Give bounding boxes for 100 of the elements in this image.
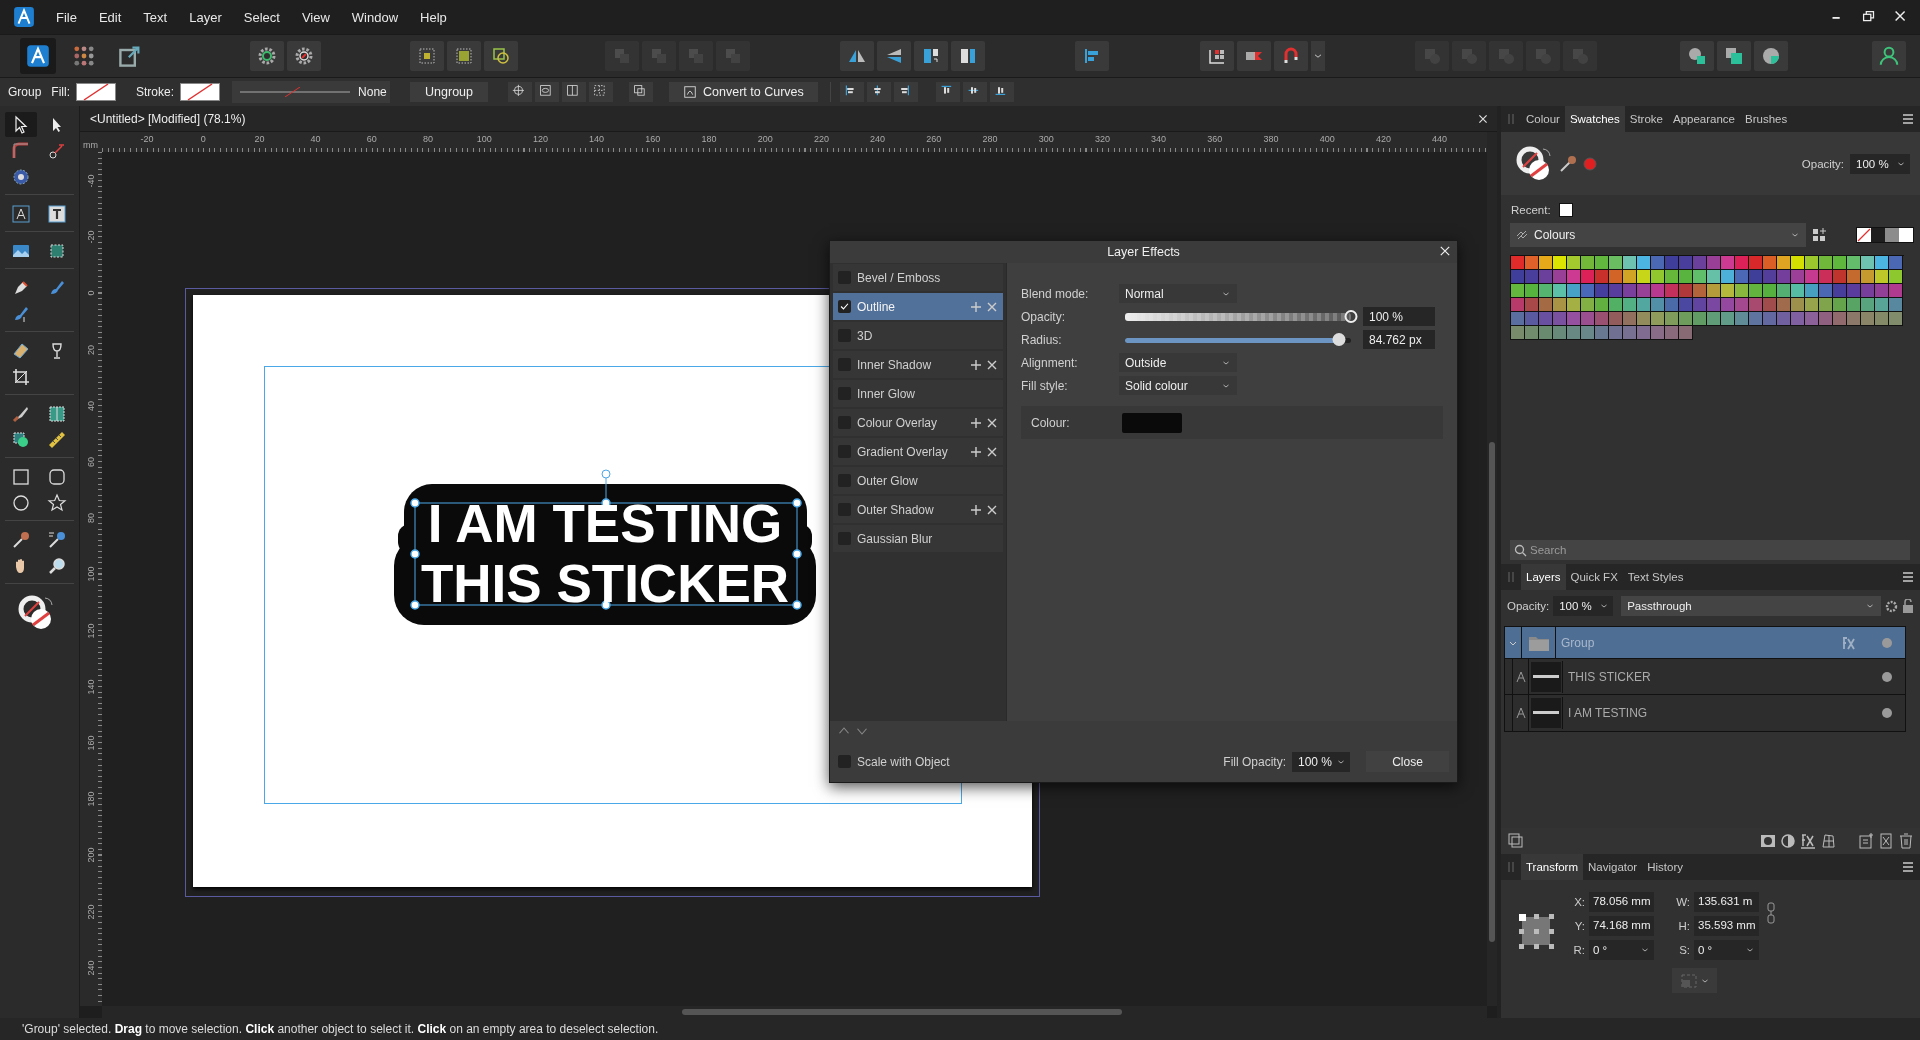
effect-item[interactable]: Bevel / Emboss (833, 264, 1003, 291)
effect-item[interactable]: Outline (833, 293, 1003, 320)
value-field[interactable]: 135.631 m (1694, 892, 1759, 912)
document-title[interactable]: <Untitled> [Modified] (78.1%) (90, 111, 246, 126)
ruler-label: -40 (86, 173, 96, 190)
value-dropdown[interactable]: 0 ° (1589, 940, 1654, 960)
menu-item[interactable]: View (290, 0, 341, 34)
field-label: R: (1572, 944, 1585, 956)
panel-tab[interactable]: Appearance (1668, 106, 1741, 132)
layer-row[interactable]: THIS STICKER (1505, 659, 1905, 695)
layer-name: Group (1561, 635, 1595, 650)
opacity-label: Opacity: (1507, 600, 1550, 612)
menu-item[interactable]: Help (409, 0, 458, 34)
effect-item[interactable]: 3D (833, 322, 1003, 349)
field-label: Y: (1573, 920, 1585, 932)
effect-item[interactable]: Inner Shadow (833, 351, 1003, 378)
convert-to-curves-button[interactable]: Convert to Curves (669, 82, 818, 102)
layer-name: THIS STICKER (1568, 669, 1651, 684)
search-field[interactable]: Search (1510, 540, 1910, 560)
ruler-label: 160 (86, 734, 96, 753)
effect-label: Bevel / Emboss (857, 270, 941, 285)
value-field[interactable]: 100 % (1363, 307, 1435, 326)
effect-item[interactable]: Outer Shadow (833, 496, 1003, 523)
menu-item[interactable]: Window (340, 0, 410, 34)
close-button[interactable]: Close (1366, 751, 1449, 772)
ruler-label: 240 (86, 959, 96, 978)
panel-tab[interactable]: Navigator (1583, 854, 1643, 880)
ruler-label: 0 (200, 134, 206, 144)
setting-label: Radius: (1021, 332, 1063, 347)
effect-item[interactable]: Colour Overlay (833, 409, 1003, 436)
stroke-style-field[interactable]: None (232, 81, 391, 103)
dropdown[interactable]: Outside (1119, 353, 1237, 372)
panel-tab[interactable]: Stroke (1624, 106, 1668, 132)
panel-tab[interactable]: Quick FX (1565, 564, 1623, 590)
fill-opacity-label: Fill Opacity: (1223, 754, 1286, 769)
value-field[interactable]: 35.593 mm (1694, 916, 1759, 936)
field-label: W: (1675, 896, 1690, 908)
value-field[interactable]: 78.056 mm (1589, 892, 1654, 912)
ruler-label: 60 (366, 134, 377, 144)
menu-item[interactable]: Edit (87, 0, 133, 34)
dialog-title: Layer Effects (1107, 245, 1180, 259)
ruler-label: 240 (870, 134, 886, 144)
menu-item[interactable]: File (45, 0, 88, 34)
checkbox-label: Scale with Object (857, 754, 950, 769)
layer-row[interactable]: I AM TESTING (1505, 695, 1905, 731)
menu-item[interactable]: Layer (178, 0, 233, 34)
ruler-label: 280 (982, 134, 998, 144)
effect-label: Colour Overlay (857, 415, 938, 430)
ungroup-button[interactable]: Ungroup (410, 82, 489, 102)
field-label: S: (1678, 944, 1690, 956)
dropdown[interactable]: Solid colour (1119, 376, 1237, 395)
ruler-label: 60 (86, 456, 96, 469)
panel-tab[interactable]: Layers (1521, 564, 1566, 590)
setting-label: Colour: (1031, 415, 1070, 430)
panel-tab[interactable]: Transform (1521, 854, 1583, 880)
palette-dropdown[interactable]: Colours (1510, 223, 1806, 247)
recent-label: Recent: (1511, 204, 1551, 216)
field-label: X: (1573, 896, 1585, 908)
ruler-unit: mm (80, 132, 102, 152)
panel-tab[interactable]: Colour (1521, 106, 1565, 132)
layer-name: I AM TESTING (1568, 706, 1648, 720)
opacity-label: Opacity: (1801, 157, 1844, 170)
effect-label: Outer Shadow (857, 502, 934, 517)
opacity-dropdown[interactable]: 100 % (1850, 153, 1910, 174)
panel-tab[interactable]: Brushes (1740, 106, 1793, 132)
ruler-label: -20 (86, 229, 96, 246)
effect-label: Outer Glow (857, 473, 918, 488)
ruler-label: 440 (1432, 134, 1448, 144)
ruler-label: 220 (86, 903, 96, 922)
effect-item[interactable]: Outer Glow (833, 467, 1003, 494)
effect-label: Inner Glow (857, 386, 916, 401)
ruler-label: 260 (926, 134, 942, 144)
value-dropdown[interactable]: 0 ° (1694, 940, 1759, 960)
value-field[interactable]: 74.168 mm (1589, 916, 1654, 936)
menu-item[interactable]: Text (132, 0, 179, 34)
dropdown[interactable]: Normal (1119, 284, 1237, 303)
value-field[interactable]: 84.762 px (1363, 330, 1435, 349)
effect-item[interactable]: Inner Glow (833, 380, 1003, 407)
ruler-label: 180 (86, 790, 96, 809)
ruler-label: 100 (86, 565, 96, 584)
panel-tab[interactable]: Text Styles (1622, 564, 1689, 590)
fill-label: Fill: (51, 85, 71, 99)
ruler-label: 100 (476, 134, 492, 144)
menu-item[interactable]: Select (232, 0, 291, 34)
effect-item[interactable]: Gaussian Blur (833, 525, 1003, 552)
stroke-label: Stroke: (136, 85, 175, 99)
field-label: H: (1677, 920, 1690, 932)
ruler-label: 80 (86, 512, 96, 526)
blend-mode-dropdown[interactable]: Passthrough (1621, 596, 1881, 616)
effect-item[interactable]: Gradient Overlay (833, 438, 1003, 465)
ruler-label: 20 (86, 343, 96, 357)
ruler-label: 140 (86, 678, 96, 697)
fill-opacity-dropdown[interactable]: 100 % (1292, 751, 1350, 772)
opacity-dropdown[interactable]: 100 % (1553, 596, 1614, 616)
panel-tab[interactable]: Swatches (1564, 106, 1625, 132)
ruler-label: 360 (1207, 134, 1223, 144)
setting-label: Blend mode: (1021, 286, 1090, 301)
panel-tab[interactable]: History (1642, 854, 1688, 880)
ruler-label: 300 (1038, 134, 1054, 144)
ruler-label: 200 (757, 134, 773, 144)
